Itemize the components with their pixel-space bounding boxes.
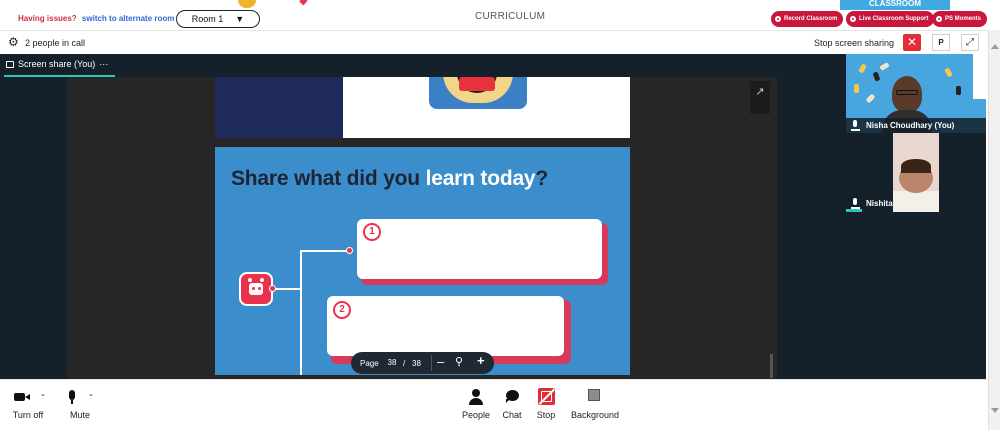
tab-screen-share-label: Screen share (You) bbox=[18, 59, 96, 69]
issues-notice: Having issues? switch to alternate room bbox=[18, 14, 174, 23]
logo-decoration bbox=[268, 0, 308, 10]
live-support-button[interactable]: Live Classroom Support bbox=[846, 11, 935, 27]
page-separator: / bbox=[403, 359, 406, 368]
page-title: CURRICULUM bbox=[475, 11, 546, 22]
speaking-indicator bbox=[846, 209, 862, 212]
classroom-tab[interactable]: CLASSROOM bbox=[840, 0, 950, 10]
slide-title-highlight: learn today bbox=[425, 167, 536, 190]
live-support-label: Live Classroom Support bbox=[859, 16, 929, 22]
chat-label: Chat bbox=[502, 410, 522, 420]
room-select[interactable]: Room 1 ▼ bbox=[176, 10, 260, 28]
chevron-down-icon[interactable]: ⌄ bbox=[40, 390, 46, 398]
control-bar: ⌄ Turn off ⌄ Mute People Chat Stop Backg… bbox=[0, 379, 988, 430]
slide-navy-panel bbox=[215, 77, 343, 138]
chat-button[interactable]: Chat bbox=[500, 386, 524, 420]
zoom-out-icon[interactable]: – bbox=[437, 354, 444, 369]
background-shelf bbox=[973, 54, 986, 99]
background-icon bbox=[588, 389, 600, 401]
chevron-down-icon[interactable]: ⌄ bbox=[88, 390, 94, 398]
page-total: 38 bbox=[412, 359, 421, 368]
participant-name-label: Nisha Choudhary (You) bbox=[846, 118, 986, 133]
slide-title-end: ? bbox=[535, 167, 549, 190]
record-icon bbox=[775, 16, 781, 22]
alternate-room-link[interactable]: switch to alternate room bbox=[82, 14, 174, 23]
people-count: 2 people in call bbox=[25, 38, 86, 48]
participants-panel: Nisha Choudhary (You) Nishita bbox=[846, 54, 986, 379]
stop-sharing-label: Stop screen sharing bbox=[814, 38, 895, 48]
zoom-in-icon[interactable]: + bbox=[477, 353, 485, 368]
slide-title: Share what did you learn today? bbox=[231, 167, 548, 191]
microphone-icon bbox=[69, 390, 75, 400]
record-classroom-label: Record Classroom bbox=[784, 16, 838, 22]
camera-icon bbox=[14, 393, 25, 401]
ps-moments-label: PS Moments bbox=[945, 16, 982, 22]
slide-title-text: Share what did you bbox=[231, 167, 420, 190]
page-scrollbar[interactable] bbox=[988, 30, 1000, 430]
moments-icon bbox=[936, 16, 942, 22]
answer-card-1 bbox=[357, 219, 602, 279]
people-button[interactable]: People bbox=[461, 386, 491, 420]
microphone-icon bbox=[851, 120, 860, 131]
current-slide: Share what did you learn today? 1 2 bbox=[215, 147, 630, 375]
stop-label: Stop bbox=[536, 410, 556, 420]
connector-line bbox=[275, 288, 300, 290]
more-options-icon[interactable]: ··· bbox=[99, 59, 108, 69]
call-bar: ⚙ 2 people in call Stop screen sharing ✕… bbox=[0, 30, 990, 54]
tab-screen-share[interactable]: Screen share (You) ··· bbox=[6, 59, 108, 69]
card-number-2: 2 bbox=[333, 301, 351, 319]
stop-share-icon bbox=[538, 388, 555, 405]
ps-moments-button[interactable]: PS Moments bbox=[932, 11, 988, 27]
participant-name-label: Nishita bbox=[846, 196, 986, 211]
background-label: Background bbox=[570, 410, 620, 420]
gear-icon[interactable]: ⚙ bbox=[8, 36, 19, 48]
screen-share-stage: Screen share (You) ··· ↗ Share what did … bbox=[0, 54, 846, 379]
zoom-icon[interactable]: ⚲ bbox=[455, 355, 463, 368]
page-navigator: Page 38 / 38 – ⚲ + bbox=[351, 352, 494, 374]
top-bar: Having issues? switch to alternate room … bbox=[0, 0, 1000, 30]
scroll-down-icon[interactable] bbox=[991, 408, 999, 413]
connector-line bbox=[300, 250, 302, 375]
people-label: People bbox=[461, 410, 491, 420]
background-button[interactable]: Background bbox=[568, 386, 622, 420]
microphone-icon bbox=[851, 198, 860, 209]
content-scrollbar[interactable] bbox=[770, 354, 773, 378]
participant-name: Nishita bbox=[866, 199, 893, 208]
photo-redaction bbox=[459, 77, 495, 91]
connector-node bbox=[269, 285, 276, 292]
camera-label: Turn off bbox=[12, 410, 44, 420]
page-label: Page bbox=[360, 359, 379, 368]
p-button[interactable]: P bbox=[932, 34, 950, 51]
connector-node bbox=[346, 247, 353, 254]
participant-tile-self[interactable]: Nisha Choudhary (You) bbox=[846, 54, 986, 133]
page-number-input[interactable]: 38 bbox=[382, 356, 402, 370]
participant-name: Nisha Choudhary (You) bbox=[866, 121, 955, 130]
room-select-value: Room 1 bbox=[191, 14, 224, 24]
participant-tile[interactable]: Nishita bbox=[846, 133, 986, 212]
video-glasses bbox=[896, 90, 918, 95]
stop-share-button[interactable]: Stop bbox=[533, 386, 559, 420]
card-number-1: 1 bbox=[363, 223, 381, 241]
chevron-down-icon: ▼ bbox=[235, 14, 245, 24]
monitor-icon bbox=[6, 60, 14, 68]
scroll-up-icon[interactable] bbox=[991, 44, 999, 49]
issues-text: Having issues? bbox=[18, 14, 77, 23]
previous-slide bbox=[215, 77, 630, 138]
mute-label: Mute bbox=[69, 410, 90, 420]
record-classroom-button[interactable]: Record Classroom bbox=[771, 11, 844, 27]
robot-icon bbox=[239, 272, 273, 306]
pager-divider bbox=[431, 355, 432, 371]
connector-line bbox=[300, 250, 350, 252]
stage-side-margin bbox=[777, 77, 846, 379]
stage-tab-bar: Screen share (You) ··· bbox=[0, 54, 846, 77]
popout-icon[interactable]: ↗ bbox=[750, 81, 770, 114]
logo-decoration-2 bbox=[238, 0, 256, 8]
stop-sharing-button[interactable]: ✕ bbox=[903, 34, 921, 51]
slide-photo bbox=[429, 77, 527, 109]
camera-button[interactable]: ⌄ Turn off bbox=[8, 386, 48, 420]
mute-button[interactable]: ⌄ Mute bbox=[60, 386, 100, 420]
answer-card-2 bbox=[327, 296, 564, 356]
fullscreen-icon[interactable]: ⤢ bbox=[961, 34, 979, 51]
support-icon bbox=[850, 16, 856, 22]
people-icon bbox=[472, 389, 480, 397]
